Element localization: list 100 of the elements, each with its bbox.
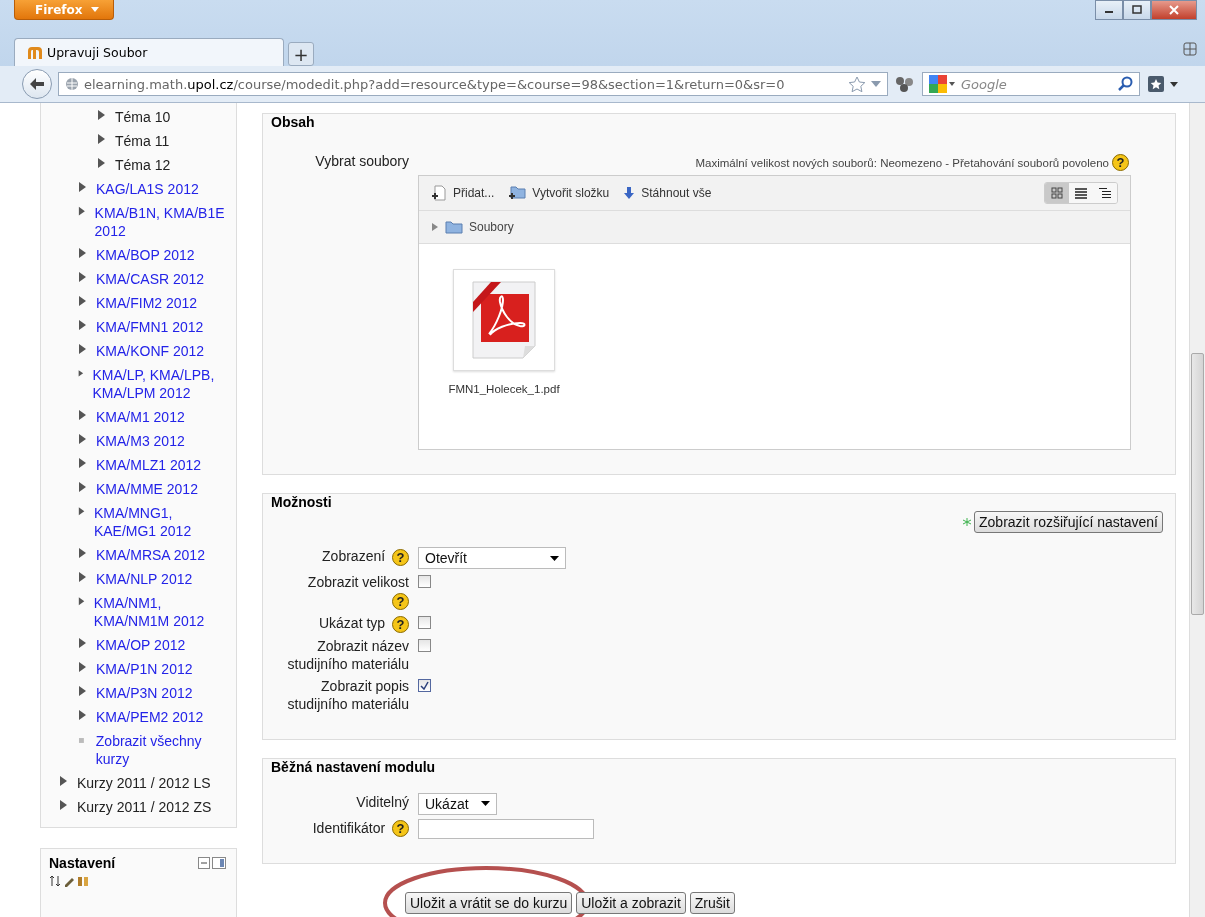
scrollbar-thumb[interactable]	[1191, 353, 1204, 615]
form-button[interactable]: Uložit a zobrazit	[576, 891, 686, 914]
help-icon[interactable]: ?	[1112, 154, 1129, 171]
add-button[interactable]: Přidat...	[431, 185, 495, 201]
search-engine-icon[interactable]	[929, 75, 955, 93]
course-link[interactable]: KMA/NLP 2012	[96, 570, 193, 588]
dock-icon[interactable]	[212, 857, 226, 869]
folder-icon	[445, 220, 463, 234]
section-legend: Běžná nastavení modulu	[271, 758, 436, 775]
course-link[interactable]: KMA/MRSA 2012	[96, 546, 205, 564]
upload-info: Maximální velikost nových souborů: Neomezeno - Přetahování souborů povoleno	[695, 156, 1109, 169]
edit-icon[interactable]	[63, 875, 75, 887]
section-link[interactable]: Téma 12	[115, 156, 171, 174]
block-title: Nastavení	[49, 855, 116, 871]
tree-list-icon	[1099, 187, 1111, 199]
checkbox[interactable]	[418, 575, 431, 588]
course-link[interactable]: KMA/PEM2 2012	[96, 708, 204, 726]
field-label: Zobrazit popis studijního materiálu	[287, 677, 409, 712]
help-icon[interactable]: ?	[392, 592, 409, 610]
folder-path[interactable]: Soubory	[469, 220, 514, 234]
file-name: FMN1_Holecek_1.pdf	[448, 383, 560, 395]
checkbox[interactable]	[418, 678, 431, 692]
maximize-button[interactable]	[1123, 0, 1151, 20]
field-label: Ukázat typ	[318, 614, 386, 631]
search-bar[interactable]: Google	[922, 72, 1140, 96]
roles-icon[interactable]	[77, 875, 89, 887]
course-link[interactable]: KMA/FIM2 2012	[96, 294, 198, 312]
list-view-button[interactable]	[1069, 183, 1093, 203]
folder-button[interactable]: Vytvořit složku	[508, 185, 610, 201]
field-label: Vybrat soubory	[314, 152, 409, 170]
category-link[interactable]: Kurzy 2011 / 2012 LS	[77, 774, 211, 792]
course-link[interactable]: KMA/OP 2012	[96, 636, 186, 654]
move-icon[interactable]	[49, 875, 61, 887]
new-tab-button[interactable]: +	[288, 42, 314, 66]
bookmarks-menu-icon[interactable]	[1146, 74, 1180, 94]
file-thumbnail[interactable]	[453, 269, 555, 371]
download-button[interactable]: Stáhnout vše	[623, 186, 712, 200]
help-icon[interactable]: ?	[392, 820, 409, 838]
search-icon[interactable]	[1117, 76, 1133, 92]
close-button[interactable]	[1151, 0, 1197, 20]
list-icon	[1075, 187, 1087, 199]
all-courses-link[interactable]: Zobrazit všechny kurzy	[95, 732, 236, 768]
field-label: Zobrazit název studijního materiálu	[287, 637, 409, 672]
expand-arrow-icon[interactable]	[431, 223, 439, 231]
caret-icon	[550, 555, 559, 561]
course-link[interactable]: KAG/LA1S 2012	[96, 180, 199, 198]
field-label: Zobrazit velikost	[307, 574, 409, 590]
dropdown[interactable]: Ukázat	[418, 792, 497, 815]
course-link[interactable]: KMA/CASR 2012	[96, 270, 205, 288]
help-icon[interactable]: ?	[392, 548, 409, 566]
dropdown[interactable]: Otevřít	[418, 547, 566, 569]
help-icon[interactable]: ?	[392, 615, 409, 633]
course-link[interactable]: KMA/NM1, KMA/NM1M 2012	[93, 594, 236, 630]
checkbox[interactable]	[418, 638, 431, 652]
course-link[interactable]: KMA/LP, KMA/LPB, KMA/LPM 2012	[92, 366, 236, 402]
course-link[interactable]: KMA/M3 2012	[96, 432, 185, 450]
course-link[interactable]: KMA/P1N 2012	[96, 660, 193, 678]
tree-view-button[interactable]	[1093, 183, 1117, 203]
section-legend: Možnosti	[271, 494, 332, 510]
course-link[interactable]: KMA/P3N 2012	[96, 684, 193, 702]
back-arrow-icon	[29, 77, 45, 91]
caret-icon	[481, 801, 490, 807]
addon-icon[interactable]	[894, 75, 916, 93]
back-button[interactable]	[22, 69, 52, 99]
input-field[interactable]	[418, 818, 594, 839]
section-link[interactable]: Téma 11	[115, 132, 170, 150]
course-link[interactable]: KMA/BOP 2012	[96, 246, 195, 264]
new-folder-icon	[508, 185, 527, 201]
minimize-button[interactable]	[1095, 0, 1123, 20]
collapse-icon[interactable]	[198, 857, 210, 869]
browser-tab[interactable]: Upravuji Soubor	[14, 38, 284, 66]
form-button[interactable]: Uložit a vrátit se do kurzu	[405, 891, 573, 914]
course-link[interactable]: KMA/MNG1, KAE/MG1 2012	[93, 504, 236, 540]
form-button[interactable]: Zrušit	[689, 891, 735, 914]
section-link[interactable]: Téma 10	[115, 108, 171, 126]
grid-icon	[1051, 187, 1063, 199]
field-label: Viditelný	[356, 793, 409, 810]
section-legend: Obsah	[271, 114, 315, 130]
course-link[interactable]: KMA/M1 2012	[96, 408, 185, 426]
course-link[interactable]: KMA/B1N, KMA/B1E 2012	[94, 204, 236, 240]
globe-icon	[65, 77, 79, 91]
course-link[interactable]: KMA/MLZ1 2012	[96, 456, 202, 474]
category-link[interactable]: Kurzy 2011 / 2012 ZS	[77, 798, 212, 816]
field-label: Identifikátor	[312, 819, 386, 836]
bookmark-star-icon[interactable]	[848, 75, 866, 93]
course-link[interactable]: KMA/MME 2012	[96, 480, 198, 498]
course-link[interactable]: KMA/FMN1 2012	[96, 318, 204, 336]
asterisk-icon	[963, 518, 972, 526]
course-link[interactable]: KMA/KONF 2012	[96, 342, 205, 360]
address-bar[interactable]: elearning.math.upol.cz/course/modedit.php?add=resource&type=&course=98&section=1&return=0&sr=0	[58, 72, 888, 96]
dropdown-arrow-icon[interactable]	[871, 81, 881, 87]
pdf-file-icon	[469, 280, 539, 360]
tab-groups-icon[interactable]	[1183, 42, 1197, 56]
icons-view-button[interactable]	[1045, 183, 1069, 203]
caret-icon	[90, 7, 99, 12]
maximize-icon	[1132, 5, 1142, 15]
moodle-logo-icon	[27, 45, 43, 60]
advanced-settings-button[interactable]: Zobrazit rozšiřující nastavení	[974, 511, 1163, 533]
checkbox[interactable]	[418, 615, 431, 629]
add-file-icon	[431, 185, 447, 201]
